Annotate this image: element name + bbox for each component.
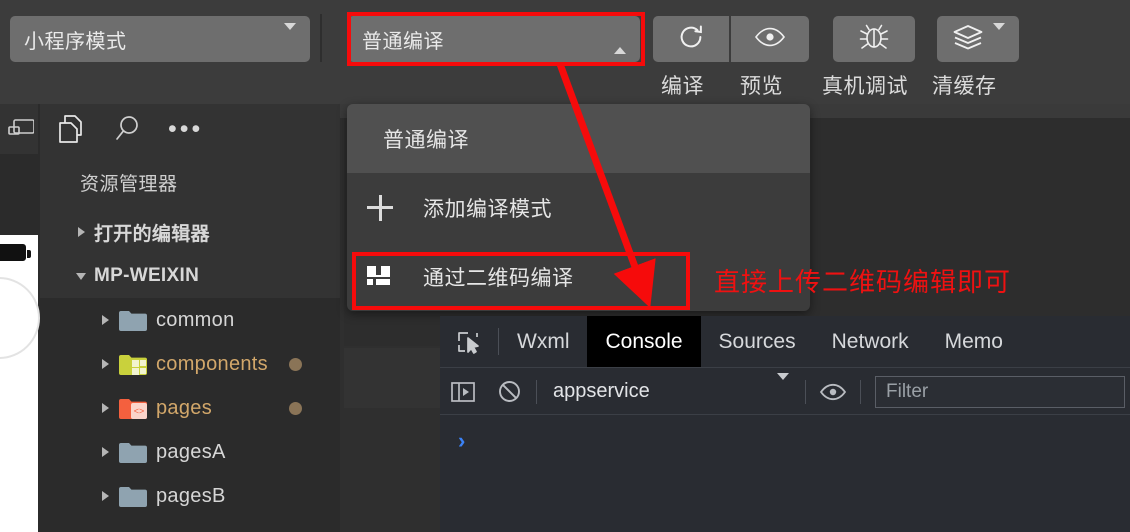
device-icon xyxy=(8,119,34,135)
chevron-down-icon xyxy=(68,272,94,280)
sidebar-section-open-editors[interactable]: 打开的编辑器 xyxy=(40,210,340,254)
chevron-right-icon xyxy=(68,227,94,237)
more-icon[interactable]: ••• xyxy=(168,117,203,142)
file-label: common xyxy=(156,308,235,331)
list-item[interactable]: <> pages xyxy=(40,386,340,430)
chevron-right-icon xyxy=(92,359,118,369)
compile-mode-label: 普通编译 xyxy=(362,30,444,53)
real-device-debug-button[interactable] xyxy=(833,16,915,62)
clear-cache-button-label: 清缓存 xyxy=(932,75,997,98)
tab-wxml[interactable]: Wxml xyxy=(499,316,587,367)
menu-item-label: 通过二维码编译 xyxy=(423,266,574,290)
status-badge xyxy=(289,401,302,415)
folder-icon xyxy=(118,485,148,508)
section-label: MP-WEIXIN xyxy=(94,265,200,286)
simulator-screen xyxy=(0,235,40,532)
toolbar-divider xyxy=(536,379,537,404)
simulator-panel xyxy=(0,104,40,532)
chevron-down-icon xyxy=(777,373,789,403)
toolbar-divider xyxy=(320,14,322,62)
devtools-tab-bar: Wxml Console Sources Network Memo xyxy=(440,316,1130,368)
panel-toggle-icon[interactable] xyxy=(440,380,486,404)
sidebar-action-icons: ••• xyxy=(40,104,340,154)
menu-item-add-compile-mode[interactable]: 添加编译模式 xyxy=(347,173,810,242)
compile-button[interactable] xyxy=(653,16,729,62)
chevron-right-icon xyxy=(92,315,118,325)
devtools-panel: Wxml Console Sources Network Memo appser… xyxy=(440,316,1130,532)
console-prompt: › xyxy=(458,428,466,453)
console-context-label: appservice xyxy=(553,380,650,402)
eye-icon xyxy=(754,24,786,55)
compile-mode-selector[interactable]: 普通编译 xyxy=(348,16,640,62)
file-label: components xyxy=(156,352,268,375)
tab-sources[interactable]: Sources xyxy=(701,316,814,367)
filter-input[interactable]: Filter xyxy=(875,375,1125,408)
status-badge xyxy=(289,357,302,371)
simulator-toolbar xyxy=(0,104,38,154)
refresh-icon xyxy=(676,22,706,57)
file-label: pages xyxy=(156,396,212,419)
compile-button-label: 编译 xyxy=(661,75,704,98)
layers-icon xyxy=(952,23,984,56)
avatar-circle xyxy=(0,277,40,359)
sidebar-section-mp-weixin[interactable]: MP-WEIXIN xyxy=(40,254,340,298)
list-item[interactable]: pagesB xyxy=(40,474,340,518)
cursor-select-icon[interactable] xyxy=(440,316,498,367)
file-label: pagesA xyxy=(156,440,226,463)
console-output[interactable]: › xyxy=(440,416,1130,532)
tab-memory[interactable]: Memo xyxy=(927,316,1021,367)
battery-icon xyxy=(0,244,31,261)
clear-cache-button[interactable] xyxy=(937,16,1019,62)
top-toolbar: 小程序模式 普通编译 编译 预览 真机调试 清缓存 xyxy=(0,0,1130,104)
menu-item-normal-compile[interactable]: 普通编译 xyxy=(347,104,810,173)
mode-selector[interactable]: 小程序模式 xyxy=(10,16,310,62)
folder-icon xyxy=(118,309,148,332)
tab-console[interactable]: Console xyxy=(587,316,701,367)
toolbar-divider xyxy=(860,379,861,404)
copy-files-icon[interactable] xyxy=(56,113,86,145)
chevron-right-icon xyxy=(92,491,118,501)
preview-button[interactable] xyxy=(731,16,809,62)
mode-selector-label: 小程序模式 xyxy=(24,30,127,53)
list-item[interactable]: components xyxy=(40,342,340,386)
plus-icon xyxy=(367,194,423,221)
annotation-text: 直接上传二维码编辑即可 xyxy=(714,267,1012,297)
chevron-right-icon xyxy=(92,403,118,413)
chevron-right-icon xyxy=(92,447,118,457)
search-icon[interactable] xyxy=(112,113,142,145)
sidebar: ••• 资源管理器 打开的编辑器 MP-WEIXIN common compon… xyxy=(40,104,340,532)
menu-item-label: 添加编译模式 xyxy=(423,197,552,221)
folder-icon xyxy=(118,441,148,464)
list-item[interactable]: common xyxy=(40,298,340,342)
chevron-down-icon xyxy=(992,23,1005,48)
bug-icon xyxy=(857,21,891,58)
console-context-selector[interactable]: appservice xyxy=(541,373,801,409)
components-folder-icon xyxy=(118,353,148,376)
section-label: 打开的编辑器 xyxy=(94,223,210,245)
preview-button-label: 预览 xyxy=(740,75,783,98)
tab-network[interactable]: Network xyxy=(814,316,927,367)
real-device-debug-button-label: 真机调试 xyxy=(822,75,908,98)
list-item[interactable]: pagesA xyxy=(40,430,340,474)
clear-console-icon[interactable] xyxy=(486,379,532,404)
eye-icon[interactable] xyxy=(810,382,856,402)
sidebar-title: 资源管理器 xyxy=(40,154,340,210)
toolbar-divider xyxy=(805,379,806,404)
chevron-up-icon xyxy=(614,30,626,54)
svg-text:<>: <> xyxy=(134,406,145,416)
file-label: pagesB xyxy=(156,484,226,507)
qrcode-icon xyxy=(367,265,423,288)
console-toolbar: appservice Filter xyxy=(440,369,1130,415)
wechat-devtools-window: 小程序模式 普通编译 编译 预览 真机调试 清缓存 ••• 资源管理器 打开的编… xyxy=(0,0,1130,532)
pages-folder-icon: <> xyxy=(118,397,148,420)
file-tree: 打开的编辑器 MP-WEIXIN common components <> pa… xyxy=(40,210,340,518)
menu-item-label: 普通编译 xyxy=(383,128,469,152)
chevron-down-icon xyxy=(284,23,296,48)
